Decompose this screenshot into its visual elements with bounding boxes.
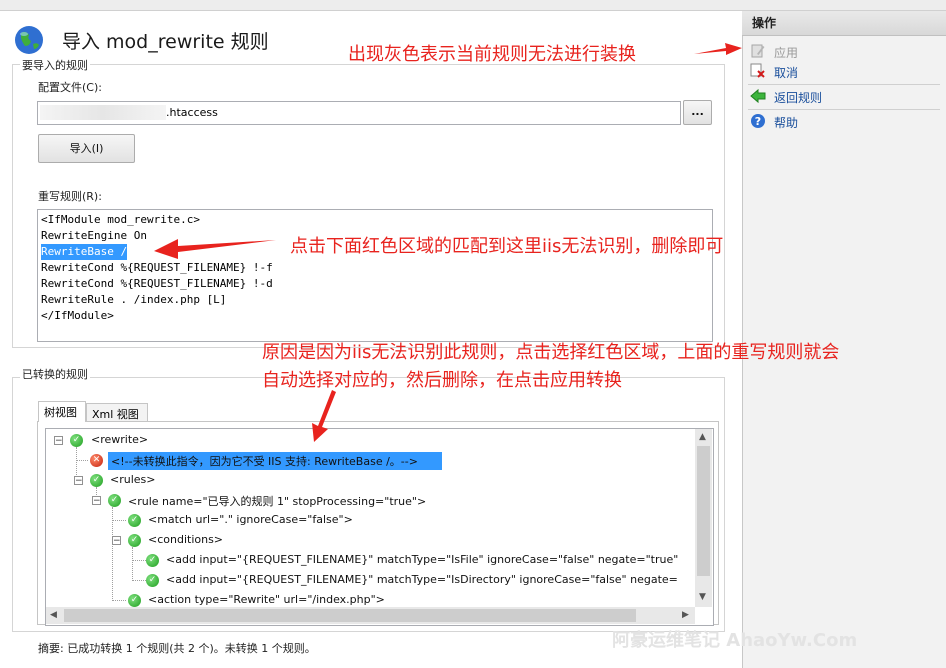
separator: [748, 84, 940, 85]
tree-node-action[interactable]: <action type="Rewrite" url="/index.php">: [148, 593, 385, 606]
check-icon: ✓: [90, 474, 103, 487]
annotation-delete-rewritebase: 点击下面红色区域的匹配到这里iis无法识别，删除即可: [290, 236, 724, 257]
cancel-label: 取消: [774, 66, 799, 80]
rules-line: RewriteCond %{REQUEST_FILENAME} !-d: [41, 277, 273, 290]
converted-group-label: 已转换的规则: [20, 366, 90, 382]
config-file-input[interactable]: .htaccess: [37, 101, 681, 125]
tree-expander[interactable]: −: [54, 436, 63, 446]
cancel-action[interactable]: 取消: [750, 63, 930, 81]
vertical-scrollbar[interactable]: ▲ ▼: [695, 429, 712, 607]
tree-connector: [112, 520, 126, 521]
import-button[interactable]: 导入(I): [38, 134, 135, 163]
tree-connector: [112, 507, 113, 601]
rewrite-rules-textarea[interactable]: <IfModule mod_rewrite.c> RewriteEngine O…: [37, 209, 713, 342]
scroll-right-icon[interactable]: ▶: [682, 610, 689, 620]
actions-header: 操作: [742, 11, 946, 36]
tree-connector: [132, 580, 146, 581]
back-to-rules-label: 返回规则: [774, 91, 823, 105]
annotation-disabled-apply: 出现灰色表示当前规则无法进行装换: [348, 44, 636, 65]
rules-line-selected[interactable]: RewriteBase /: [41, 244, 128, 260]
tree-view[interactable]: − ✓ <rewrite> ✕ <!--未转换此指令，因为它不受 IIS 支持:…: [45, 428, 714, 626]
tree-node-rewrite[interactable]: <rewrite>: [91, 433, 148, 446]
rewrite-rules-label: 重写规则(R):: [38, 190, 102, 203]
help-action[interactable]: ? 帮助: [750, 113, 930, 131]
tree-connector: [132, 547, 133, 581]
annotation-arrow-icon: [694, 43, 742, 55]
scroll-down-icon[interactable]: ▼: [699, 592, 706, 602]
tree-expander[interactable]: −: [74, 476, 83, 486]
check-icon: ✓: [128, 514, 141, 527]
help-icon: ?: [751, 114, 765, 128]
scroll-left-icon[interactable]: ◀: [50, 610, 57, 620]
annotation-reason-line1: 原因是因为iis无法识别此规则，点击选择红色区域，上面的重写规则就会: [262, 342, 840, 363]
tree-connector: [76, 460, 88, 461]
apply-label: 应用: [774, 46, 799, 60]
check-icon: ✓: [128, 534, 141, 547]
help-label: 帮助: [774, 116, 799, 130]
svg-text:?: ?: [755, 115, 761, 128]
tab-tree-view[interactable]: 树视图: [38, 401, 86, 422]
tree-connector: [132, 560, 146, 561]
rules-line: <IfModule mod_rewrite.c>: [41, 213, 200, 226]
annotation-arrow-icon: [154, 239, 276, 259]
back-arrow-icon: [750, 88, 766, 104]
tab-xml-view[interactable]: Xml 视图: [86, 403, 148, 422]
browse-button[interactable]: ...: [683, 100, 712, 125]
apply-icon: [751, 44, 765, 58]
tree-expander[interactable]: −: [92, 496, 101, 506]
window-top-strip: [0, 0, 946, 11]
check-icon: ✓: [70, 434, 83, 447]
apply-action[interactable]: 应用: [750, 43, 930, 61]
rules-line: </IfModule>: [41, 309, 114, 322]
tree-node-add-isdirectory[interactable]: <add input="{REQUEST_FILENAME}" matchTyp…: [166, 573, 678, 586]
check-icon: ✓: [128, 594, 141, 607]
back-to-rules-action[interactable]: 返回规则: [750, 88, 930, 106]
annotation-arrow-icon: [312, 390, 336, 442]
tree-node-unconverted-selected[interactable]: <!--未转换此指令，因为它不受 IIS 支持: RewriteBase /。-…: [108, 452, 442, 470]
tree-connector: [112, 600, 126, 601]
tree-node-rules[interactable]: <rules>: [110, 473, 155, 486]
tab-xml-view-label: Xml 视图: [92, 408, 139, 421]
rules-line: RewriteEngine On: [41, 229, 147, 242]
tree-expander[interactable]: −: [112, 536, 121, 546]
summary-text: 摘要: 已成功转换 1 个规则(共 2 个)。未转换 1 个规则。: [38, 642, 316, 655]
rules-line: RewriteRule . /index.php [L]: [41, 293, 227, 306]
check-icon: ✓: [108, 494, 121, 507]
watermark-text: 阿豪运维笔记 AhaoYw.Com: [612, 630, 858, 651]
scroll-thumb[interactable]: [697, 446, 710, 576]
tree-node-conditions[interactable]: <conditions>: [148, 533, 223, 546]
config-file-label: 配置文件(C):: [38, 81, 102, 94]
check-icon: ✓: [146, 574, 159, 587]
horizontal-scrollbar[interactable]: ◀ ▶: [46, 607, 695, 624]
scroll-up-icon[interactable]: ▲: [699, 432, 706, 442]
tree-node-add-isfile[interactable]: <add input="{REQUEST_FILENAME}" matchTyp…: [166, 553, 678, 566]
config-file-value: .htaccess: [166, 106, 218, 119]
rules-line: RewriteCond %{REQUEST_FILENAME} !-f: [41, 261, 273, 274]
page-title: 导入 mod_rewrite 规则: [62, 31, 269, 53]
globe-icon: [15, 26, 43, 54]
separator: [748, 109, 940, 110]
cancel-icon: [750, 63, 765, 78]
error-icon: ✕: [90, 454, 103, 467]
config-path-blur: [40, 105, 166, 120]
import-group-label: 要导入的规则: [20, 57, 90, 73]
check-icon: ✓: [146, 554, 159, 567]
tree-node-rule[interactable]: <rule name="已导入的规则 1" stopProcessing="tr…: [128, 493, 426, 509]
tab-tree-view-label: 树视图: [44, 406, 77, 419]
tree-node-match[interactable]: <match url="." ignoreCase="false">: [148, 513, 353, 526]
scroll-thumb[interactable]: [64, 609, 636, 622]
